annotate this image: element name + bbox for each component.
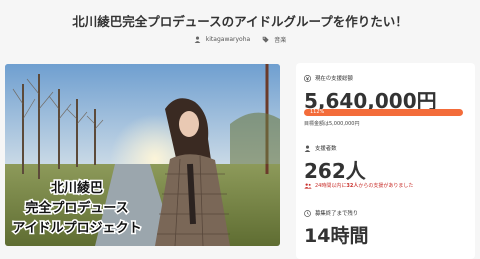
remaining-value: 14時間 xyxy=(304,225,369,247)
supporters-value: 262人 xyxy=(304,159,366,183)
supporters-label: 支援者数 xyxy=(315,146,337,152)
amount-label-row: 現在の支援総額 xyxy=(304,74,353,82)
yen-icon xyxy=(304,74,311,82)
project-hero-image: 北川綾巴 完全プロデュース アイドルプロジェクト xyxy=(5,64,280,246)
recent-prefix: 24時間以内に xyxy=(315,183,347,189)
category-link[interactable]: 音楽 xyxy=(262,35,286,44)
recent-count: 32人 xyxy=(346,183,359,189)
author-link[interactable]: kitagawaryoha xyxy=(194,35,250,44)
users-icon xyxy=(304,183,312,189)
supporters-label-row: 支援者数 xyxy=(304,144,337,152)
project-title: 北川綾巴完全プロデュースのアイドルグループを作りたい！ xyxy=(72,14,408,29)
amount-label: 現在の支援総額 xyxy=(315,76,353,82)
project-meta: kitagawaryoha 音楽 xyxy=(0,35,480,44)
user-icon xyxy=(304,145,311,152)
author-name: kitagawaryoha xyxy=(205,36,251,43)
user-icon xyxy=(194,36,201,43)
hero-caption-line2: 完全プロデュース xyxy=(25,200,128,216)
tag-icon xyxy=(262,36,269,43)
remaining-label-row: 募集終了まで残り xyxy=(304,209,358,217)
remaining-label: 募集終了まで残り xyxy=(315,211,359,217)
goal-text: 目標金額は5,000,000円 xyxy=(304,121,360,127)
hero-caption-line1: 北川綾巴 xyxy=(51,180,103,196)
recent-suffix: からの支援がありました xyxy=(358,183,414,189)
clock-icon xyxy=(304,209,311,217)
progress-bar: 112% xyxy=(304,109,463,116)
hero-photo: 北川綾巴 完全プロデュース アイドルプロジェクト xyxy=(5,64,280,246)
hero-caption-line3: アイドルプロジェクト xyxy=(12,221,141,236)
recent-supporters-note: 24時間以内に32人からの支援がありました xyxy=(304,182,413,189)
category-name: 音楽 xyxy=(274,37,287,44)
funding-panel: 現在の支援総額 5,640,000円 112% 目標金額は5,000,000円 … xyxy=(296,63,475,259)
progress-percent: 112% xyxy=(310,109,325,115)
